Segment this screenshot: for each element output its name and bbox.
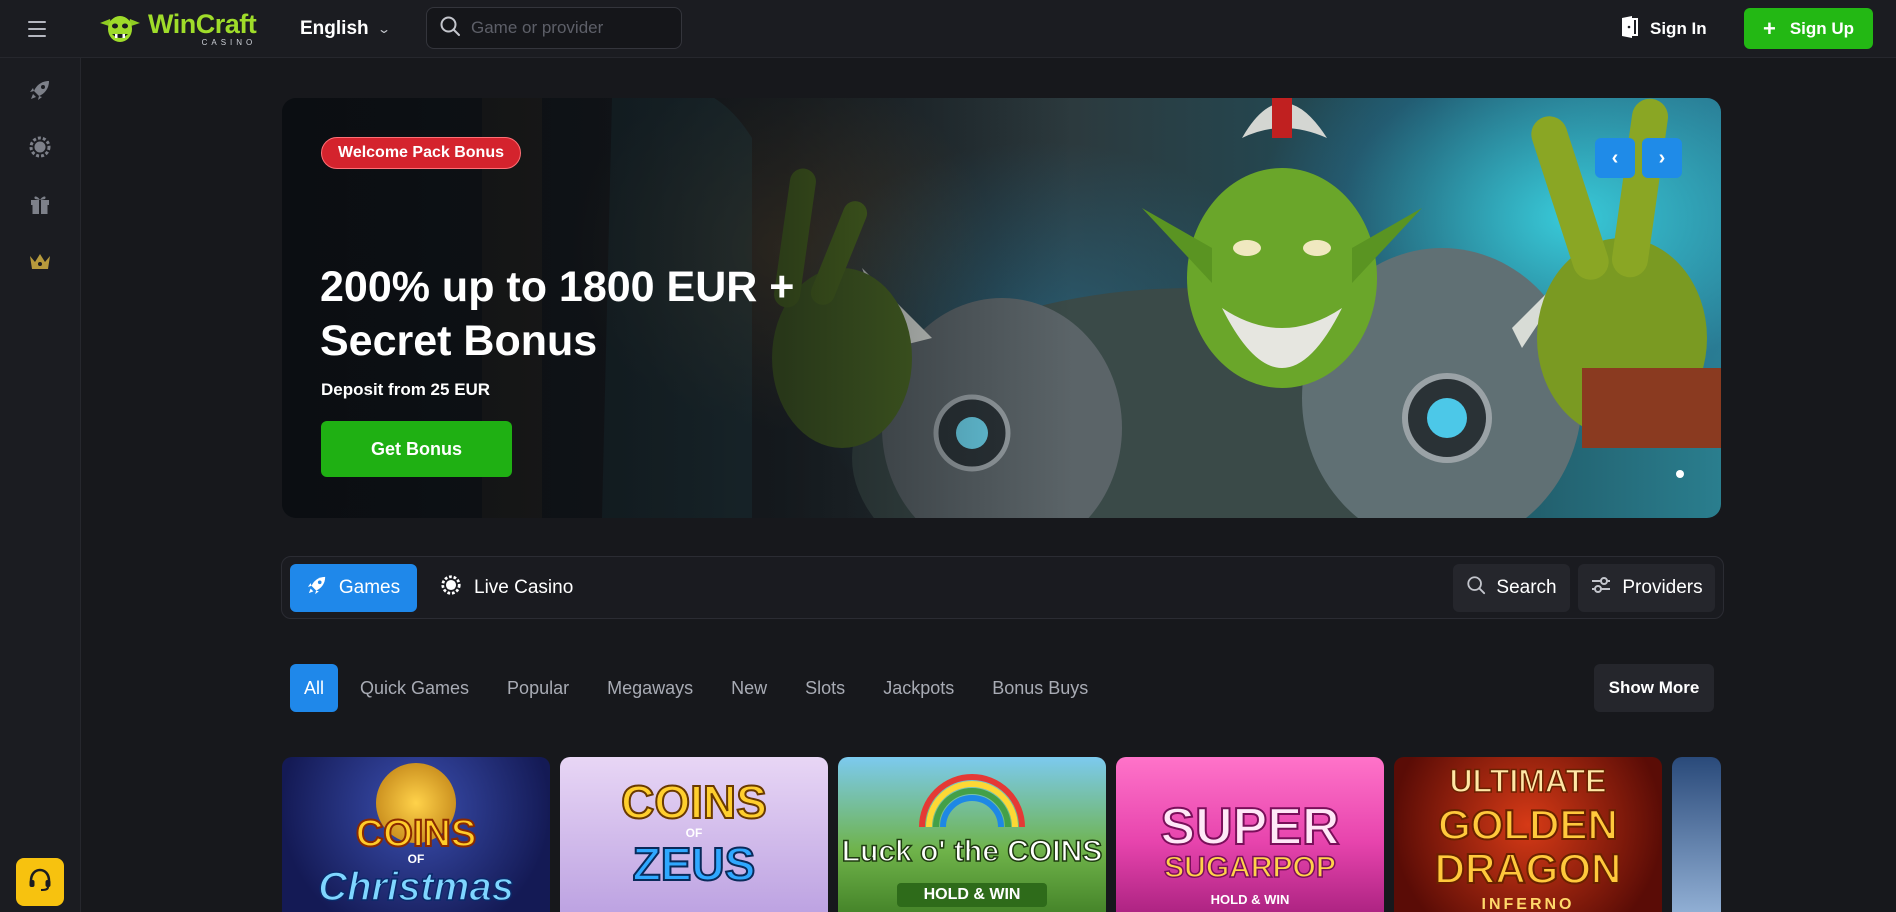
game-title-line: ZEUS xyxy=(632,838,757,890)
game-tile[interactable]: ULTIMATE GOLDEN DRAGON INFERNO xyxy=(1394,757,1662,912)
carousel-dot[interactable] xyxy=(1676,470,1684,478)
game-tile[interactable]: COINS OF ZEUS xyxy=(560,757,828,912)
game-tile[interactable]: SUPER SUGARPOP HOLD & WIN xyxy=(1116,757,1384,912)
left-sidebar xyxy=(0,58,81,912)
show-more-button[interactable]: Show More xyxy=(1594,664,1714,712)
game-subtitle: GOLDEN DRAGON xyxy=(1434,801,1623,892)
game-tile[interactable]: Luck o' the COINS HOLD & WIN xyxy=(838,757,1106,912)
search-icon xyxy=(439,15,461,42)
goblin-logo-icon xyxy=(98,9,142,49)
search-input[interactable] xyxy=(471,18,661,38)
providers-button[interactable]: Providers xyxy=(1578,564,1715,612)
game-tile[interactable]: COINS OF Christmas xyxy=(282,757,550,912)
plus-icon: + xyxy=(1762,15,1776,41)
logo-subtitle: CASINO xyxy=(201,38,257,47)
gift-icon xyxy=(29,193,51,220)
logo-wordmark: WinCraft xyxy=(148,9,257,39)
sliders-icon xyxy=(1590,575,1612,601)
headset-icon xyxy=(27,867,53,898)
language-selector[interactable]: English ⌄ xyxy=(300,13,399,45)
roulette-icon xyxy=(28,135,52,164)
chevron-right-icon: › xyxy=(1658,146,1666,169)
games-grid: COINS OF Christmas COINS OF ZEUS Luck o'… xyxy=(282,757,1721,912)
hero-title: 200% up to 1800 EUR + Secret Bonus xyxy=(320,263,795,365)
game-title-line: HOLD & WIN xyxy=(1210,892,1290,907)
game-title-line: Christmas xyxy=(317,865,514,909)
sidebar-item-games[interactable] xyxy=(25,77,55,107)
language-label: English xyxy=(300,18,369,39)
game-subtitle: HOLD & WIN xyxy=(897,883,1047,907)
sidebar-item-vip[interactable] xyxy=(25,248,55,278)
tab-live-casino-label: Live Casino xyxy=(474,577,574,598)
logo[interactable]: WinCraft CASINO xyxy=(98,6,257,52)
filter-slots[interactable]: Slots xyxy=(786,664,864,712)
filter-jackpots[interactable]: Jackpots xyxy=(864,664,973,712)
welcome-bonus-badge: Welcome Pack Bonus xyxy=(321,137,521,169)
game-title: ULTIMATE xyxy=(1449,763,1608,799)
games-search-label: Search xyxy=(1496,577,1557,598)
game-search-box xyxy=(426,7,682,49)
game-tile[interactable] xyxy=(1672,757,1721,912)
roulette-icon xyxy=(440,574,462,602)
game-subtitle: OF xyxy=(407,852,425,866)
sign-in-label: Sign In xyxy=(1650,19,1707,38)
login-door-icon xyxy=(1620,15,1638,43)
hero-banner: Welcome Pack Bonus 200% up to 1800 EUR +… xyxy=(282,98,1721,518)
carousel-prev-button[interactable]: ‹ xyxy=(1595,138,1635,178)
sidebar-item-live-casino[interactable] xyxy=(25,134,55,164)
tab-live-casino[interactable]: Live Casino xyxy=(440,564,573,612)
filter-quick-games[interactable]: Quick Games xyxy=(341,664,488,712)
game-title-line: INFERNO xyxy=(1481,896,1575,912)
search-icon xyxy=(1466,575,1486,601)
tab-games[interactable]: Games xyxy=(290,564,417,612)
game-subtitle: SUGARPOP xyxy=(1163,851,1336,884)
game-title: COINS xyxy=(620,776,768,828)
chevron-left-icon: ‹ xyxy=(1611,146,1619,169)
game-title: SUPER xyxy=(1159,798,1340,856)
category-bar: Games Live Casino Search Providers xyxy=(281,556,1724,619)
game-title: Luck o' the COINS xyxy=(841,835,1103,868)
hero-subtitle: Deposit from 25 EUR xyxy=(321,380,491,399)
game-filter-tabs: All Quick Games Popular Megaways New Slo… xyxy=(290,664,1107,712)
games-search-button[interactable]: Search xyxy=(1453,564,1570,612)
menu-icon[interactable] xyxy=(28,17,52,41)
sidebar-item-promotions[interactable] xyxy=(25,191,55,221)
sign-up-button[interactable]: + Sign Up xyxy=(1744,8,1873,49)
rocket-icon xyxy=(29,79,51,106)
top-header: WinCraft CASINO English ⌄ Sign In + Sign… xyxy=(0,0,1896,58)
providers-label: Providers xyxy=(1622,577,1703,598)
game-title: COINS xyxy=(355,813,477,855)
filter-new[interactable]: New xyxy=(712,664,786,712)
rocket-icon xyxy=(307,575,327,601)
chevron-down-icon: ⌄ xyxy=(376,22,391,36)
sign-up-label: Sign Up xyxy=(1789,18,1855,38)
sign-in-button[interactable]: Sign In xyxy=(1620,14,1707,44)
crown-icon xyxy=(29,251,51,276)
carousel-next-button[interactable]: › xyxy=(1642,138,1682,178)
rainbow-icon xyxy=(919,774,1025,827)
filter-bonus-buys[interactable]: Bonus Buys xyxy=(973,664,1107,712)
get-bonus-button[interactable]: Get Bonus xyxy=(321,421,512,477)
support-chat-button[interactable] xyxy=(16,858,64,906)
tab-games-label: Games xyxy=(338,577,401,598)
filter-megaways[interactable]: Megaways xyxy=(588,664,712,712)
filter-all[interactable]: All xyxy=(290,664,339,712)
filter-popular[interactable]: Popular xyxy=(488,664,588,712)
